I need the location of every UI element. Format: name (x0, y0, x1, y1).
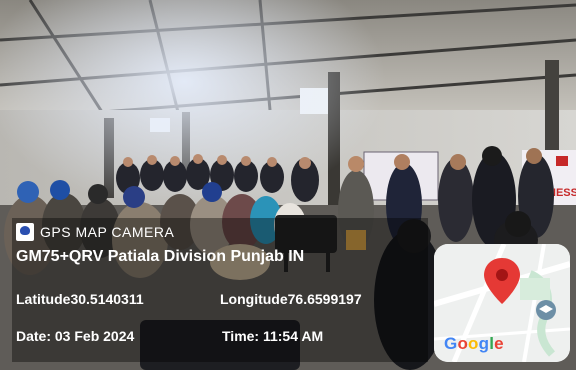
gps-app-header: GPS MAP CAMERA (16, 222, 174, 242)
google-logo: Google (444, 334, 504, 354)
date-value: Date: 03 Feb 2024 (16, 328, 135, 344)
app-name: GPS MAP CAMERA (40, 224, 175, 240)
app-logo-icon (16, 223, 34, 241)
latitude-value: Latitude30.5140311 (16, 291, 144, 307)
graduation-cap-icon (536, 300, 556, 320)
time-value: Time: 11:54 AM (222, 328, 324, 344)
location-address: GM75+QRV Patiala Division Punjab IN (16, 248, 305, 265)
google-letter: o (457, 334, 469, 353)
google-letter: g (478, 334, 490, 353)
mini-map: Google (434, 244, 570, 362)
google-letter: e (494, 334, 504, 353)
google-letter: G (444, 334, 458, 353)
longitude-value: Longitude76.6599197 (220, 291, 362, 307)
google-letter: o (468, 334, 479, 353)
